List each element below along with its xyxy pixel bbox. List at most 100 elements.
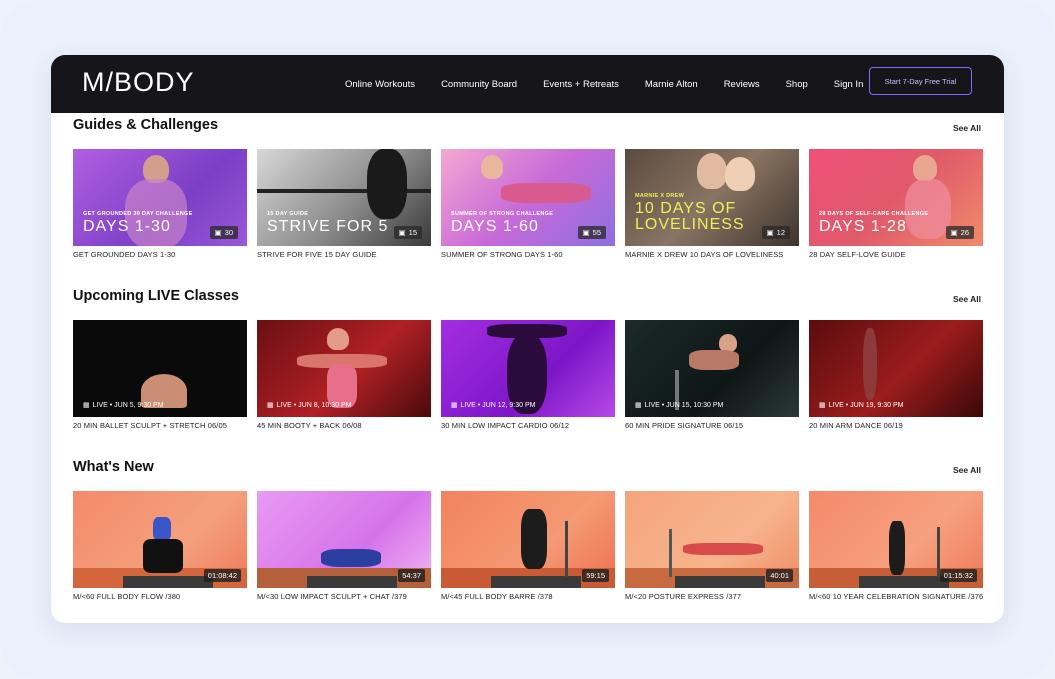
instructor-arms — [487, 324, 567, 338]
live-thumbnail[interactable]: ▦ LIVE • JUN 12, 9:30 PM — [441, 320, 615, 417]
video-thumbnail[interactable]: 54:37 — [257, 491, 431, 588]
nav-community-board[interactable]: Community Board — [441, 79, 517, 90]
instructor-silhouette — [863, 328, 877, 400]
live-caption[interactable]: 60 MIN PRIDE SIGNATURE 06/15 — [625, 421, 799, 430]
guide-title: STRIVE FOR 5 — [267, 218, 389, 235]
live-card[interactable]: ▦ LIVE • JUN 8, 10:30 PM 45 MIN BOOTY + B… — [257, 320, 431, 430]
nav-menu: Online Workouts Community Board Events +… — [345, 55, 889, 113]
live-card[interactable]: ▦ LIVE • JUN 12, 9:30 PM 30 MIN LOW IMPAC… — [441, 320, 615, 430]
guide-thumbnail[interactable]: 15 DAY GUIDE STRIVE FOR 5 ▣ 15 — [257, 149, 431, 246]
instructor-body — [501, 183, 591, 203]
guide-thumbnail[interactable]: MARNIE X DREW 10 DAYS OF LOVELINESS ▣ 12 — [625, 149, 799, 246]
video-thumbnail[interactable]: 01:08:42 — [73, 491, 247, 588]
video-caption[interactable]: M/<45 FULL BODY BARRE /378 — [441, 592, 615, 601]
live-datetime: LIVE • JUN 19, 9:30 PM — [828, 401, 904, 409]
video-caption[interactable]: M/<20 POSTURE EXPRESS /377 — [625, 592, 799, 601]
guide-thumbnail[interactable]: 28 DAYS OF SELF-CARE CHALLENGE DAYS 1-28… — [809, 149, 983, 246]
live-label: ▦ LIVE • JUN 12, 9:30 PM — [451, 401, 535, 410]
nav-online-workouts[interactable]: Online Workouts — [345, 79, 415, 90]
top-navigation: M/BODY Online Workouts Community Board E… — [51, 55, 1004, 113]
guide-card[interactable]: MARNIE X DREW 10 DAYS OF LOVELINESS ▣ 12 … — [625, 149, 799, 259]
live-thumbnail[interactable]: ▦ LIVE • JUN 8, 10:30 PM — [257, 320, 431, 417]
live-label: ▦ LIVE • JUN 5, 9:30 PM — [83, 401, 164, 410]
video-caption[interactable]: M/<60 FULL BODY FLOW /380 — [73, 592, 247, 601]
camera-icon: ▣ — [214, 228, 222, 237]
guide-subtitle: 15 DAY GUIDE — [267, 211, 309, 217]
instructor-body — [689, 350, 739, 370]
video-duration: 40:01 — [766, 569, 793, 582]
live-card[interactable]: ▦ LIVE • JUN 5, 9:30 PM 20 MIN BALLET SCU… — [73, 320, 247, 430]
guide-caption[interactable]: MARNIE X DREW 10 DAYS OF LOVELINESS — [625, 250, 799, 259]
calendar-icon: ▦ — [819, 402, 826, 409]
site-logo[interactable]: M/BODY — [82, 67, 195, 98]
instructor-image — [889, 521, 905, 575]
guide-thumbnail[interactable]: SUMMER OF STRONG CHALLENGE DAYS 1-60 ▣ 55 — [441, 149, 615, 246]
video-card[interactable]: 01:15:32 M/<60 10 YEAR CELEBRATION SIGNA… — [809, 491, 983, 601]
barre-image — [669, 529, 672, 577]
video-count: 30 — [224, 228, 233, 237]
guide-title: DAYS 1-60 — [451, 218, 539, 235]
video-caption[interactable]: M/<60 10 YEAR CELEBRATION SIGNATURE /376 — [809, 592, 983, 601]
video-duration: 59:15 — [582, 569, 609, 582]
guide-caption[interactable]: GET GROUNDED DAYS 1-30 — [73, 250, 247, 259]
guide-caption[interactable]: SUMMER OF STRONG DAYS 1-60 — [441, 250, 615, 259]
nav-reviews[interactable]: Reviews — [724, 79, 760, 90]
video-count-badge: ▣ 15 — [393, 226, 422, 239]
live-caption[interactable]: 20 MIN ARM DANCE 06/19 — [809, 421, 983, 430]
live-thumbnail[interactable]: ▦ LIVE • JUN 15, 10:30 PM — [625, 320, 799, 417]
mat-image — [491, 576, 581, 588]
live-caption[interactable]: 45 MIN BOOTY + BACK 06/08 — [257, 421, 431, 430]
instructor-image — [321, 549, 381, 567]
video-card[interactable]: 40:01 M/<20 POSTURE EXPRESS /377 — [625, 491, 799, 601]
video-card[interactable]: 59:15 M/<45 FULL BODY BARRE /378 — [441, 491, 615, 601]
see-all-new[interactable]: See All — [953, 465, 981, 475]
video-duration: 54:37 — [398, 569, 425, 582]
video-card[interactable]: 01:08:42 M/<60 FULL BODY FLOW /380 — [73, 491, 247, 601]
barre-image — [565, 521, 568, 577]
live-card[interactable]: ▦ LIVE • JUN 15, 10:30 PM 60 MIN PRIDE SI… — [625, 320, 799, 430]
see-all-guides[interactable]: See All — [953, 123, 981, 133]
live-datetime: LIVE • JUN 5, 9:30 PM — [92, 401, 164, 409]
instructor-image — [725, 157, 755, 191]
guide-subtitle: GET GROUNDED 30 DAY CHALLENGE — [83, 211, 193, 217]
video-count: 12 — [776, 228, 785, 237]
instructor-legs — [143, 539, 183, 573]
nav-marnie-alton[interactable]: Marnie Alton — [645, 79, 698, 90]
camera-icon: ▣ — [766, 228, 774, 237]
live-caption[interactable]: 20 MIN BALLET SCULPT + STRETCH 06/05 — [73, 421, 247, 430]
guide-card[interactable]: 15 DAY GUIDE STRIVE FOR 5 ▣ 15 STRIVE FOR… — [257, 149, 431, 259]
guide-card[interactable]: SUMMER OF STRONG CHALLENGE DAYS 1-60 ▣ 55… — [441, 149, 615, 259]
video-thumbnail[interactable]: 59:15 — [441, 491, 615, 588]
guide-caption[interactable]: 28 DAY SELF-LOVE GUIDE — [809, 250, 983, 259]
guide-caption[interactable]: STRIVE FOR FIVE 15 DAY GUIDE — [257, 250, 431, 259]
guide-subtitle: SUMMER OF STRONG CHALLENGE — [451, 211, 554, 217]
live-thumbnail[interactable]: ▦ LIVE • JUN 5, 9:30 PM — [73, 320, 247, 417]
section-title-new: What's New — [73, 459, 154, 475]
calendar-icon: ▦ — [83, 402, 90, 409]
nav-events-retreats[interactable]: Events + Retreats — [543, 79, 619, 90]
see-all-live[interactable]: See All — [953, 294, 981, 304]
guide-card[interactable]: 28 DAYS OF SELF-CARE CHALLENGE DAYS 1-28… — [809, 149, 983, 259]
video-count: 55 — [592, 228, 601, 237]
guide-thumbnail[interactable]: GET GROUNDED 30 DAY CHALLENGE DAYS 1-30 … — [73, 149, 247, 246]
nav-shop[interactable]: Shop — [786, 79, 808, 90]
camera-icon: ▣ — [582, 228, 590, 237]
nav-sign-in[interactable]: Sign In — [834, 79, 864, 90]
camera-icon: ▣ — [950, 228, 958, 237]
guide-subtitle: MARNIE X DREW — [635, 193, 685, 199]
free-trial-button[interactable]: Start 7-Day Free Trial — [869, 67, 972, 95]
video-count: 15 — [408, 228, 417, 237]
guide-title: DAYS 1-30 — [83, 218, 171, 235]
video-card[interactable]: 54:37 M/<30 LOW IMPACT SCULPT + CHAT /37… — [257, 491, 431, 601]
live-caption[interactable]: 30 MIN LOW IMPACT CARDIO 06/12 — [441, 421, 615, 430]
video-caption[interactable]: M/<30 LOW IMPACT SCULPT + CHAT /379 — [257, 592, 431, 601]
guide-subtitle: 28 DAYS OF SELF-CARE CHALLENGE — [819, 211, 929, 217]
video-thumbnail[interactable]: 01:15:32 — [809, 491, 983, 588]
instructor-image — [481, 155, 503, 179]
video-thumbnail[interactable]: 40:01 — [625, 491, 799, 588]
calendar-icon: ▦ — [451, 402, 458, 409]
guide-card[interactable]: GET GROUNDED 30 DAY CHALLENGE DAYS 1-30 … — [73, 149, 247, 259]
live-thumbnail[interactable]: ▦ LIVE • JUN 19, 9:30 PM — [809, 320, 983, 417]
video-duration: 01:15:32 — [939, 569, 977, 582]
live-card[interactable]: ▦ LIVE • JUN 19, 9:30 PM 20 MIN ARM DANCE… — [809, 320, 983, 430]
